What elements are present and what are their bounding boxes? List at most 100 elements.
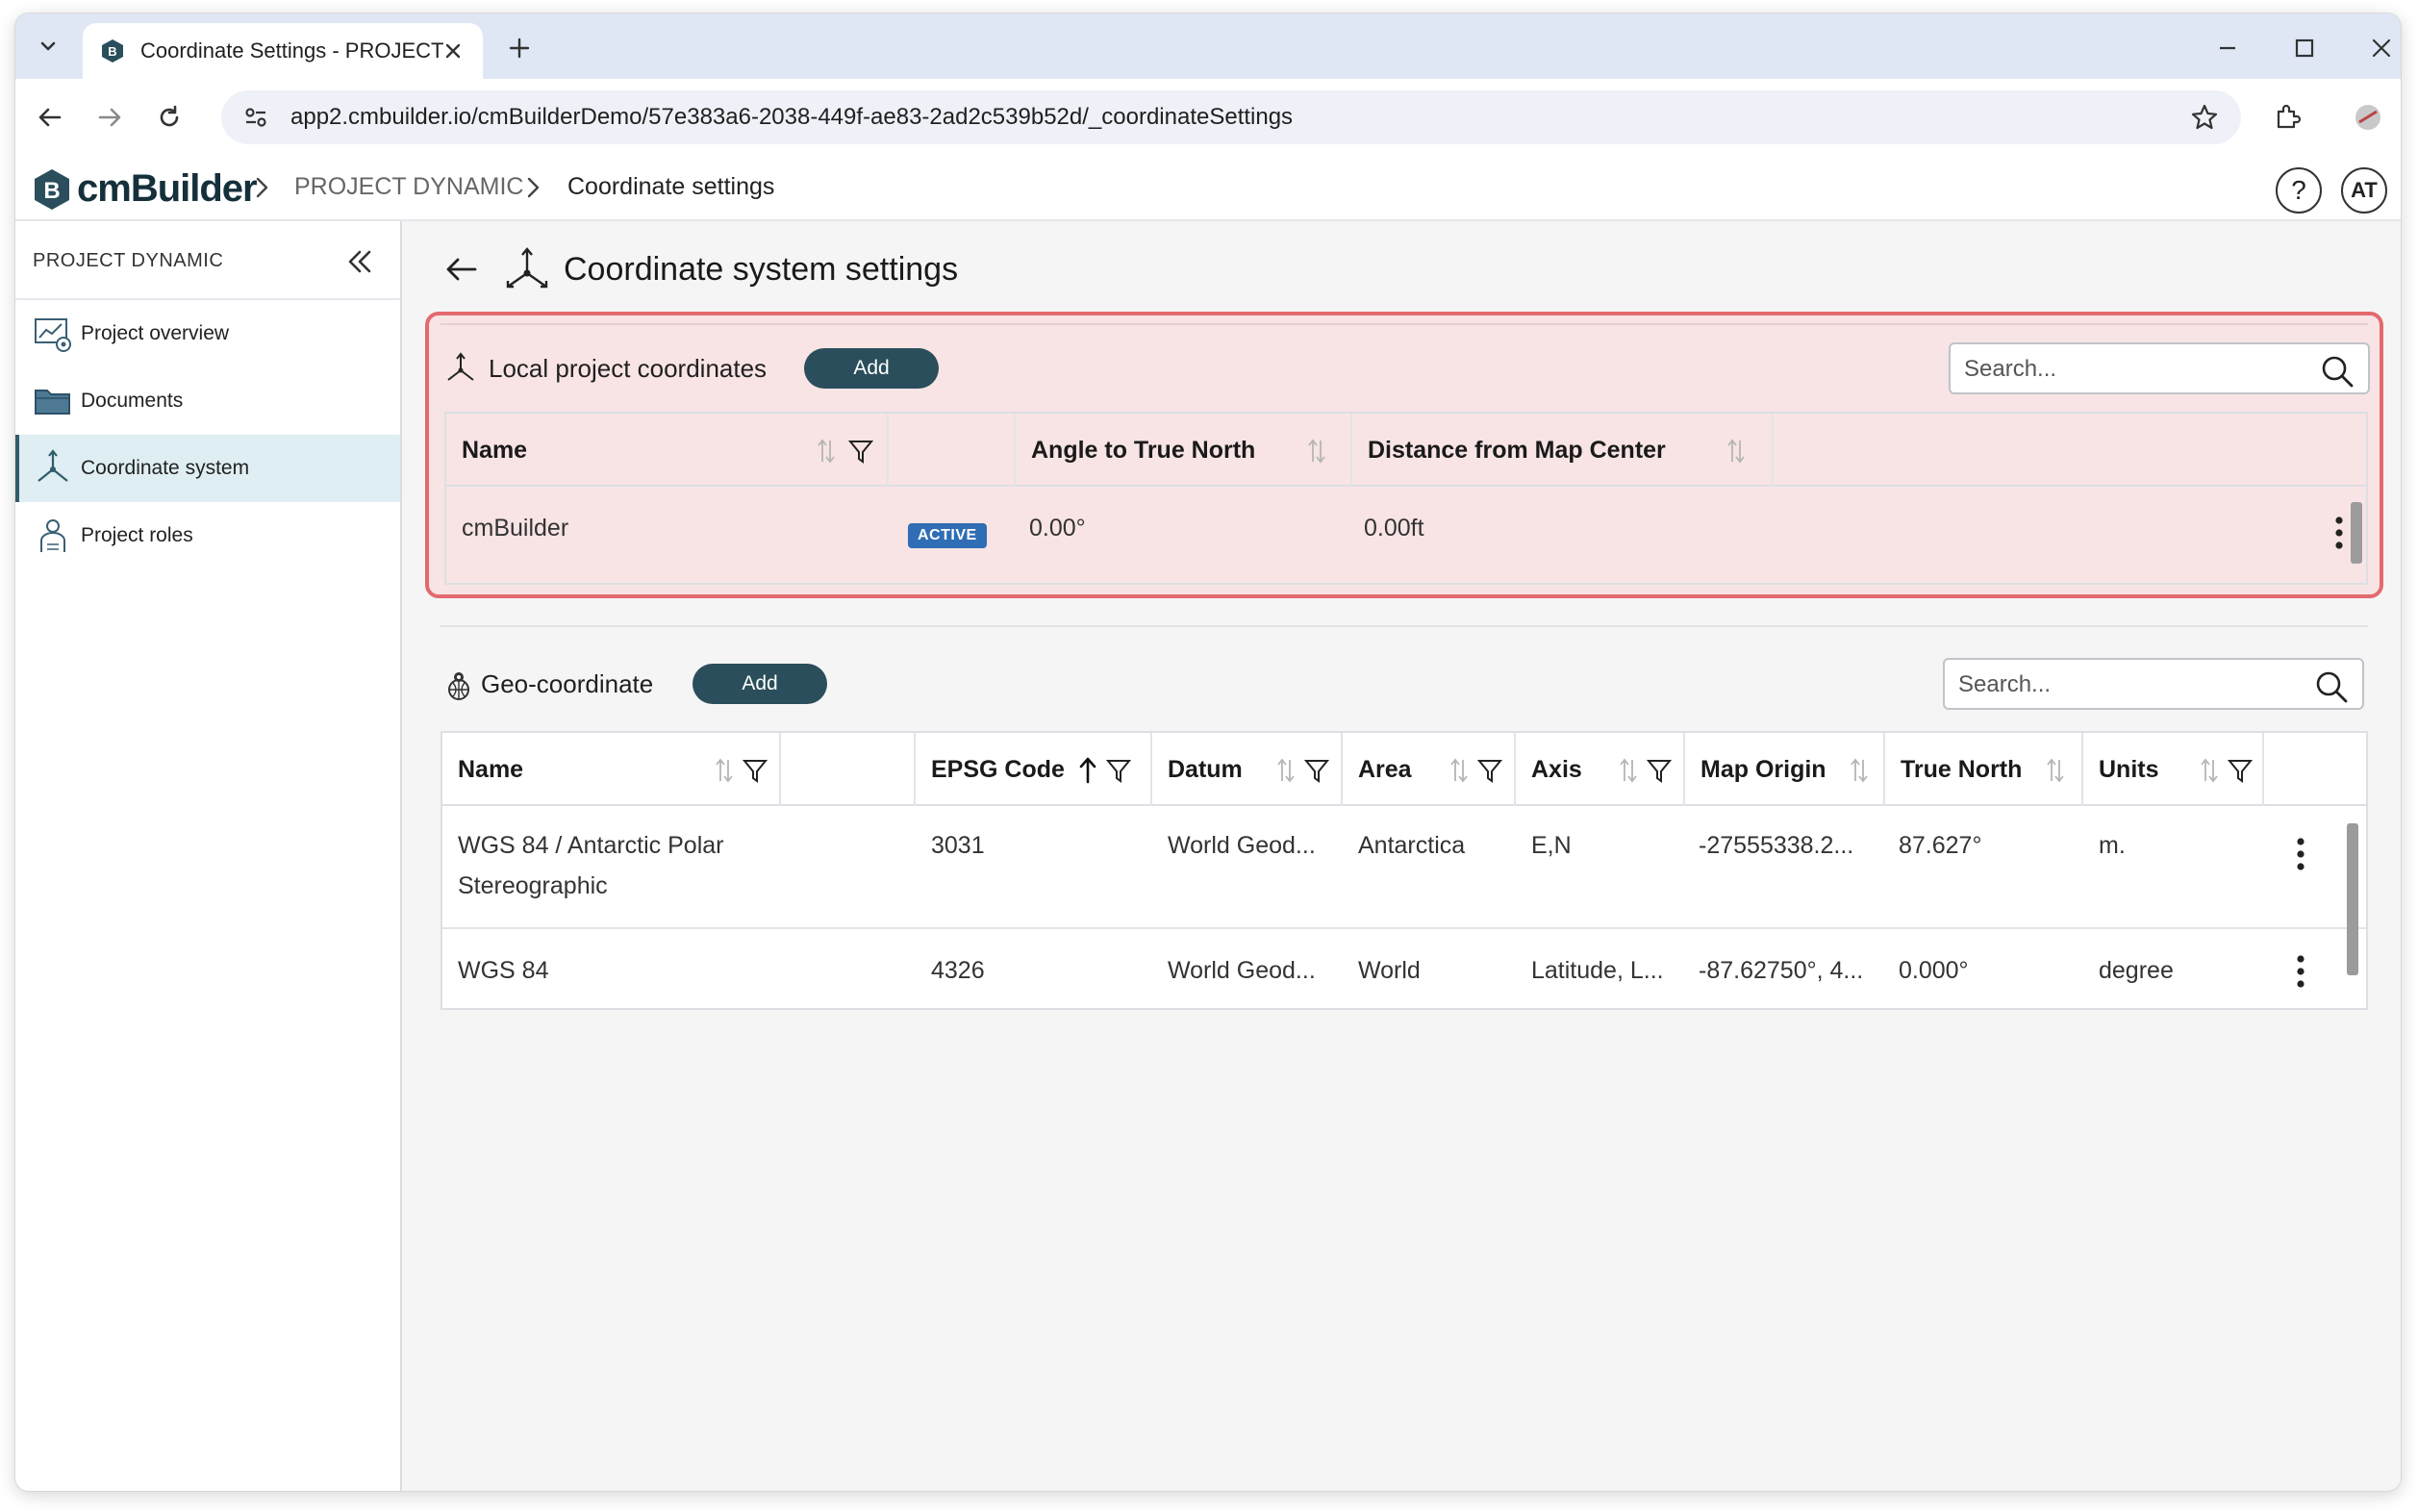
sort-icon[interactable] [1725,437,1747,466]
sidebar-item-label: Coordinate system [81,457,250,479]
column-header-spacer [781,733,916,806]
local-coordinates-section: Local project coordinates Add Name Angle… [425,312,2383,598]
maximize-icon [2295,38,2314,58]
cmbuilder-logo[interactable]: B cmBuilder [33,167,258,211]
forward-nav-button[interactable] [88,96,131,139]
column-header-true-north[interactable]: True North [1885,733,2083,806]
browser-tab[interactable]: B Coordinate Settings - PROJECT [83,23,483,79]
table-header: Name EPSG Code Datum Area Axis Map Origi… [442,733,2366,806]
table-row[interactable]: WGS 84 / Antarctic Polar Stereographic 3… [442,806,2366,929]
url-text: app2.cmbuilder.io/cmBuilderDemo/57e383a6… [290,104,1294,130]
sidebar-title: PROJECT DYNAMIC [33,250,224,271]
sort-icon[interactable] [1275,756,1297,785]
geo-coordinates-table: Name EPSG Code Datum Area Axis Map Origi… [441,731,2368,1010]
geo-coordinate-section: Geo-coordinate Add Name EPSG Code [441,648,2368,1033]
filter-icon[interactable] [1304,756,1329,785]
column-header-map-origin[interactable]: Map Origin [1685,733,1885,806]
geo-section-label: Geo-coordinate [481,669,654,698]
sidebar: PROJECT DYNAMIC Project overview Documen… [15,221,402,1491]
table-row[interactable]: WGS 84 4326 World Geod... World Latitude… [442,931,2366,1008]
sort-icon[interactable] [1306,437,1327,466]
cell-units: m. [2099,832,2126,859]
table-row[interactable]: cmBuilder ACTIVE 0.00° 0.00ft [446,487,2366,583]
add-geo-coordinate-button[interactable]: Add [693,664,827,704]
filter-icon[interactable] [848,437,873,466]
address-bar[interactable]: app2.cmbuilder.io/cmBuilderDemo/57e383a6… [221,90,2241,144]
tab-search-button[interactable] [31,29,65,63]
plus-icon [509,38,530,59]
filter-icon[interactable] [1106,756,1131,785]
help-button[interactable]: ? [2276,167,2322,214]
more-options-icon[interactable] [2295,837,2306,871]
more-options-icon[interactable] [2333,516,2345,550]
minimize-icon [2220,46,2235,50]
sidebar-item-project-overview[interactable]: Project overview [15,300,400,367]
extensions-button[interactable] [2266,96,2308,139]
arrow-right-icon [98,108,121,127]
chevron-right-icon [256,177,268,198]
arrow-left-icon [38,108,62,127]
geo-table-scrollbar[interactable] [2345,810,2360,1006]
maximize-button[interactable] [2283,27,2326,69]
reload-button[interactable] [148,96,190,139]
sort-icon[interactable] [2199,756,2220,785]
sort-icon[interactable] [1618,756,1639,785]
sidebar-item-project-roles[interactable]: Project roles [15,502,400,569]
minimize-button[interactable] [2206,27,2249,69]
scroll-thumb[interactable] [2351,502,2362,564]
person-roles-icon [40,519,65,552]
local-search-input[interactable] [1964,354,2310,385]
sidebar-item-documents[interactable]: Documents [15,367,400,435]
more-options-icon[interactable] [2295,954,2306,989]
filter-icon[interactable] [1477,756,1502,785]
cell-true-north: 0.000° [1899,957,1969,984]
column-header-units[interactable]: Units [2083,733,2264,806]
filter-icon[interactable] [743,756,768,785]
svg-text:B: B [108,44,116,59]
column-header-area[interactable]: Area [1343,733,1516,806]
local-table-scrollbar[interactable] [2349,491,2364,581]
bookmark-star-icon[interactable] [2189,102,2220,133]
close-window-button[interactable] [2360,27,2401,69]
user-avatar[interactable]: AT [2341,167,2387,214]
sort-icon[interactable] [816,437,837,466]
tab-close-button[interactable] [439,37,467,65]
breadcrumb-project[interactable]: PROJECT DYNAMIC [294,173,523,201]
sort-ascending-icon[interactable] [1077,756,1098,785]
back-nav-button[interactable] [29,96,71,139]
collapse-sidebar-icon[interactable] [342,244,377,279]
column-header-axis[interactable]: Axis [1516,733,1685,806]
cell-distance: 0.00ft [1364,515,1424,542]
cell-map-origin: -87.62750°, 4... [1699,957,1864,984]
sort-icon[interactable] [1448,756,1470,785]
tab-strip: B Coordinate Settings - PROJECT [15,13,2401,79]
search-icon[interactable] [2320,354,2355,389]
cell-name: WGS 84 / Antarctic Polar [458,832,724,859]
sort-icon[interactable] [714,756,735,785]
column-header-angle[interactable]: Angle to True North [1016,414,1352,487]
profile-button[interactable] [2347,96,2389,139]
column-header-datum[interactable]: Datum [1152,733,1343,806]
geo-search-input[interactable] [1958,669,2305,700]
page-title: Coordinate system settings [564,250,959,288]
sort-icon[interactable] [2045,756,2066,785]
cell-epsg: 4326 [931,957,985,984]
cell-datum: World Geod... [1168,832,1316,859]
scroll-thumb[interactable] [2347,823,2358,975]
profile-avatar-icon [2355,105,2380,130]
sort-icon[interactable] [1849,756,1870,785]
cmbuilder-logo-icon: B [35,168,69,210]
close-icon [2372,38,2391,58]
sidebar-item-coordinate-system[interactable]: Coordinate system [15,435,400,502]
column-header-name[interactable]: Name [446,414,889,487]
column-header-name[interactable]: Name [442,733,781,806]
add-local-coordinate-button[interactable]: Add [804,348,939,389]
back-arrow-icon[interactable] [441,248,483,290]
search-icon[interactable] [2314,669,2349,704]
new-tab-button[interactable] [500,29,539,67]
filter-icon[interactable] [1647,756,1672,785]
cell-map-origin: -27555338.2... [1699,832,1854,859]
filter-icon[interactable] [2228,756,2253,785]
column-header-epsg[interactable]: EPSG Code [916,733,1152,806]
column-header-distance[interactable]: Distance from Map Center [1352,414,1774,487]
